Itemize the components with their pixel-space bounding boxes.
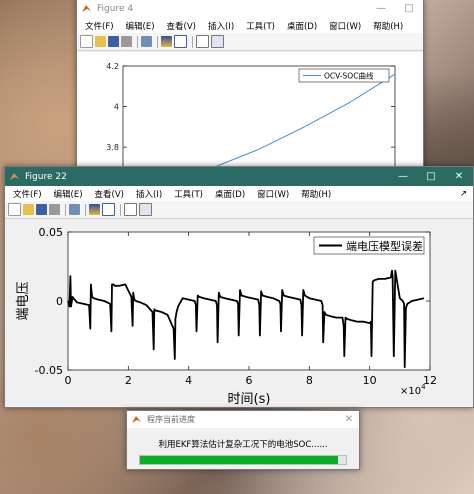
legend-label: OCV-SOC曲线 [324, 71, 374, 81]
x-tick-label: 0 [65, 374, 72, 387]
open-icon[interactable] [23, 204, 34, 215]
menu-view[interactable]: 查看(V) [161, 20, 202, 32]
toolbar-separator [120, 203, 121, 216]
maximize-button[interactable]: □ [417, 167, 445, 186]
link-plot-icon[interactable] [141, 36, 152, 47]
y-tick-label: 4.2 [106, 62, 119, 71]
menu-edit[interactable]: 编辑(E) [48, 188, 89, 200]
menu-file[interactable]: 文件(F) [79, 20, 120, 32]
ocv-soc-plot: 3.63.844.2OCV-SOC曲线 [106, 62, 396, 209]
toolbar-separator [157, 35, 158, 48]
figure22-title: Figure 22 [25, 171, 67, 182]
menu-tools[interactable]: 工具(T) [240, 20, 281, 32]
menu-file[interactable]: 文件(F) [7, 188, 48, 200]
y-tick-label: -0.05 [35, 364, 63, 377]
voltage-error-plot: 0 2 4 6 8 10 12-0.0500.05×104时间(s)端电压端电压模型误差 [16, 226, 437, 407]
matlab-icon [132, 416, 141, 423]
menu-tools[interactable]: 工具(T) [168, 188, 209, 200]
menu-insert[interactable]: 插入(I) [130, 188, 168, 200]
figure22-toolbar [5, 201, 473, 219]
menu-help[interactable]: 帮助(H) [367, 20, 409, 32]
menu-window[interactable]: 窗口(W) [323, 20, 367, 32]
toolbar-separator [65, 203, 66, 216]
x-tick-label: 6 [246, 374, 253, 387]
print-icon[interactable] [121, 36, 132, 47]
figure22-canvas: 0 2 4 6 8 10 12 -0.05 0 0.05 ×104 时间(s) 端电压 端电压模型误差 [5, 220, 473, 407]
colorbar-icon[interactable] [161, 36, 172, 47]
progress-message: 利用EKF算法估计复杂工况下的电池SOC...... [158, 440, 328, 450]
menu-help[interactable]: 帮助(H) [295, 188, 337, 200]
figure22-titlebar[interactable]: Figure 22 — □ ✕ [5, 167, 473, 186]
x-tick-label: 2 [125, 374, 132, 387]
legend-icon[interactable] [174, 35, 187, 48]
pointer-icon[interactable] [196, 35, 209, 48]
colorbar-icon[interactable] [89, 204, 100, 215]
menu-desktop[interactable]: 桌面(D) [209, 188, 251, 200]
menu-view[interactable]: 查看(V) [89, 188, 130, 200]
figure4-canvas: 3.63.844.2OCV-SOC曲线 [77, 52, 423, 209]
minimize-button[interactable]: — [367, 0, 395, 18]
figure4-menubar: 文件(F) 编辑(E) 查看(V) 插入(I) 工具(T) 桌面(D) 窗口(W… [77, 18, 423, 33]
menu-desktop[interactable]: 桌面(D) [281, 20, 323, 32]
progress-title: 程序当前进度 [147, 415, 195, 424]
menu-expand-icon[interactable]: ↗ [454, 189, 473, 199]
figure22-window[interactable]: Figure 22 — □ ✕ 文件(F) 编辑(E) 查看(V) 插入(I) … [4, 166, 474, 408]
y-tick-label: 0 [56, 295, 63, 308]
progress-bar [139, 455, 347, 465]
progress-bar-fill [140, 456, 338, 464]
link-plot-icon[interactable] [69, 204, 80, 215]
progress-titlebar[interactable]: 程序当前进度 ✕ [127, 411, 359, 428]
print-icon[interactable] [49, 204, 60, 215]
pointer-icon[interactable] [124, 203, 137, 216]
x-axis-exponent-label: ×104 [400, 383, 426, 397]
close-button[interactable]: ✕ [339, 411, 359, 428]
y-tick-label: 3.8 [106, 143, 119, 152]
new-figure-icon[interactable] [8, 203, 21, 216]
menu-insert[interactable]: 插入(I) [202, 20, 240, 32]
matlab-icon [82, 5, 91, 12]
open-icon[interactable] [95, 36, 106, 47]
close-button[interactable]: ✕ [445, 167, 473, 186]
x-axis-label: 时间(s) [228, 392, 271, 407]
menu-edit[interactable]: 编辑(E) [120, 20, 161, 32]
figure4-title: Figure 4 [97, 3, 134, 14]
new-figure-icon[interactable] [80, 35, 93, 48]
figure4-titlebar[interactable]: Figure 4 — □ [77, 0, 423, 18]
progress-dialog[interactable]: 程序当前进度 ✕ 利用EKF算法估计复杂工况下的电池SOC...... [126, 410, 360, 470]
x-tick-label: 8 [306, 374, 313, 387]
minimize-button[interactable]: — [389, 167, 417, 186]
plot-tools-icon[interactable] [139, 203, 152, 216]
y-axis-label: 端电压 [16, 281, 31, 320]
legend-icon[interactable] [102, 203, 115, 216]
toolbar-separator [85, 203, 86, 216]
y-tick-label: 0.05 [39, 226, 64, 239]
legend-label: 端电压模型误差 [346, 239, 423, 253]
figure22-menubar: 文件(F) 编辑(E) 查看(V) 插入(I) 工具(T) 桌面(D) 窗口(W… [5, 186, 473, 201]
toolbar-separator [137, 35, 138, 48]
y-tick-label: 4 [114, 103, 119, 112]
save-icon[interactable] [36, 204, 47, 215]
plot-tools-icon[interactable] [211, 35, 224, 48]
maximize-button[interactable]: □ [395, 0, 423, 18]
save-icon[interactable] [108, 36, 119, 47]
toolbar-separator [192, 35, 193, 48]
matlab-icon [10, 173, 19, 180]
figure4-toolbar [77, 33, 423, 51]
menu-window[interactable]: 窗口(W) [251, 188, 295, 200]
x-tick-label: 4 [185, 374, 192, 387]
plot-axes-box [122, 65, 396, 209]
figure4-window[interactable]: Figure 4 — □ 文件(F) 编辑(E) 查看(V) 插入(I) 工具(… [76, 0, 424, 209]
x-tick-label: 10 [363, 374, 377, 387]
